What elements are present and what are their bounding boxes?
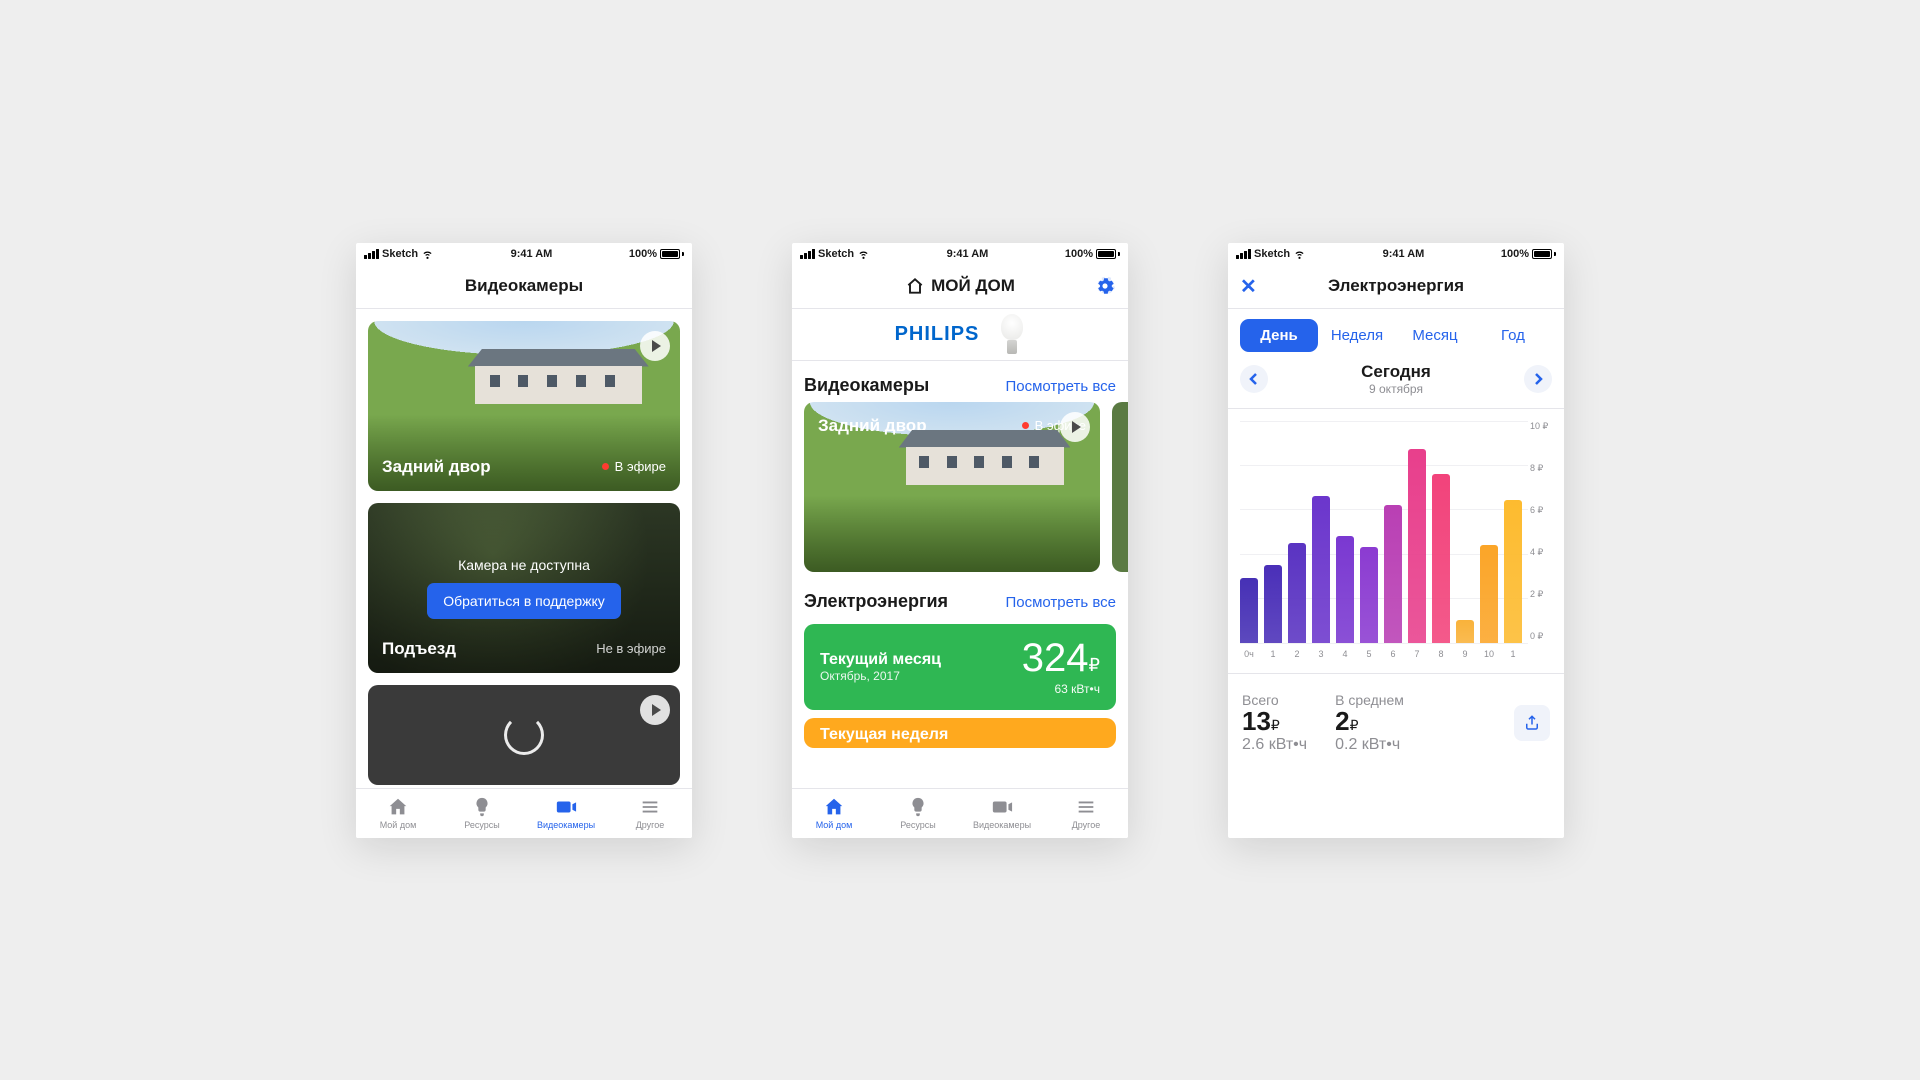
- status-bar: Sketch 9:41 AM 100%: [356, 243, 692, 265]
- total-block: Всего 13₽ 2.6 кВт•ч: [1242, 692, 1307, 754]
- play-icon[interactable]: [640, 695, 670, 725]
- unavailable-label: Камера не доступна: [458, 557, 590, 573]
- date-label: Сегодня 9 октября: [1361, 362, 1431, 396]
- tab-bar: Мой дом Ресурсы Видеокамеры Другое: [356, 788, 692, 838]
- chart-bar: [1456, 620, 1474, 642]
- clock-label: 9:41 AM: [511, 248, 553, 260]
- play-icon[interactable]: [1060, 412, 1090, 442]
- seg-year[interactable]: Год: [1474, 319, 1552, 352]
- signal-icon: [364, 249, 379, 259]
- carrier-label: Sketch: [382, 248, 418, 260]
- chart-bar: [1288, 543, 1306, 643]
- tab-other[interactable]: Другое: [1044, 789, 1128, 838]
- tab-resources[interactable]: Ресурсы: [876, 789, 960, 838]
- chart-bar: [1312, 496, 1330, 643]
- chart-bar: [1432, 474, 1450, 643]
- next-day-button[interactable]: [1524, 365, 1552, 393]
- segmented-control: День Неделя Месяц Год: [1228, 309, 1564, 362]
- nav-bar: ✕ Электроэнергия: [1228, 265, 1564, 309]
- support-button[interactable]: Обратиться в поддержку: [427, 583, 621, 619]
- close-icon[interactable]: ✕: [1240, 274, 1257, 299]
- chart-bar: [1336, 536, 1354, 643]
- promo-banner[interactable]: PHILIPS: [792, 309, 1128, 361]
- tab-home[interactable]: Мой дом: [792, 789, 876, 838]
- status-bar: Sketch 9:41 AM 100%: [1228, 243, 1564, 265]
- home-logo-icon: [905, 276, 925, 296]
- share-button[interactable]: [1514, 705, 1550, 741]
- energy-chart: 10 ₽8 ₽6 ₽4 ₽2 ₽0 ₽ 0ч123456789101: [1228, 408, 1564, 659]
- see-all-energy[interactable]: Посмотреть все: [1005, 594, 1116, 611]
- philips-logo: PHILIPS: [895, 323, 980, 346]
- prev-day-button[interactable]: [1240, 365, 1268, 393]
- tab-home[interactable]: Мой дом: [356, 789, 440, 838]
- tab-bar: Мой дом Ресурсы Видеокамеры Другое: [792, 788, 1128, 838]
- camera-card-loading[interactable]: [368, 685, 680, 785]
- house-illustration: [468, 349, 649, 404]
- tab-cameras[interactable]: Видеокамеры: [960, 789, 1044, 838]
- spinner-icon: [504, 715, 544, 755]
- bulb-icon: [999, 314, 1025, 354]
- wifi-icon: [421, 247, 434, 260]
- camera-card-entrance[interactable]: Камера не доступна Обратиться в поддержк…: [368, 503, 680, 673]
- chart-bar: [1408, 449, 1426, 642]
- nav-bar: Видеокамеры: [356, 265, 692, 309]
- play-icon[interactable]: [640, 331, 670, 361]
- average-block: В среднем 2₽ 0.2 кВт•ч: [1335, 692, 1404, 754]
- chart-bar: [1264, 565, 1282, 643]
- page-title: Электроэнергия: [1328, 276, 1464, 296]
- phone-energy: Sketch 9:41 AM 100% ✕ Электроэнергия Ден…: [1228, 243, 1564, 838]
- chart-bar: [1504, 500, 1522, 642]
- camera-card-backyard[interactable]: Задний двор В эфире: [368, 321, 680, 491]
- section-title-energy: Электроэнергия: [804, 591, 948, 612]
- seg-month[interactable]: Месяц: [1396, 319, 1474, 352]
- gear-icon[interactable]: [1094, 275, 1116, 297]
- energy-card-week[interactable]: Текущая неделя: [804, 718, 1116, 748]
- energy-card-month[interactable]: Текущий месяц Октябрь, 2017 324₽ 63 кВт•…: [804, 624, 1116, 710]
- camera-card-backyard[interactable]: Задний двор В эфире: [804, 402, 1100, 572]
- tab-cameras[interactable]: Видеокамеры: [524, 789, 608, 838]
- offline-badge: Не в эфире: [596, 641, 666, 656]
- phone-cameras: Sketch 9:41 AM 100% Видеокамеры Зад: [356, 243, 692, 838]
- chart-bar: [1384, 505, 1402, 643]
- see-all-cameras[interactable]: Посмотреть все: [1005, 378, 1116, 395]
- page-title: Видеокамеры: [465, 276, 583, 296]
- seg-day[interactable]: День: [1240, 319, 1318, 352]
- chart-bar: [1480, 545, 1498, 643]
- section-title-cameras: Видеокамеры: [804, 375, 929, 396]
- phone-home: Sketch 9:41 AM 100% МОЙ ДОМ PHILIPS Виде…: [792, 243, 1128, 838]
- status-bar: Sketch 9:41 AM 100%: [792, 243, 1128, 265]
- tab-resources[interactable]: Ресурсы: [440, 789, 524, 838]
- seg-week[interactable]: Неделя: [1318, 319, 1396, 352]
- chart-bar: [1360, 547, 1378, 642]
- battery-icon: [660, 249, 684, 259]
- camera-card-peek[interactable]: [1112, 402, 1128, 572]
- live-badge: В эфире: [602, 459, 666, 474]
- tab-other[interactable]: Другое: [608, 789, 692, 838]
- camera-name: Подъезд: [382, 639, 456, 659]
- camera-name: Задний двор: [382, 457, 491, 477]
- chart-bar: [1240, 578, 1258, 642]
- nav-bar: МОЙ ДОМ: [792, 265, 1128, 309]
- battery-label: 100%: [629, 248, 657, 260]
- page-title: МОЙ ДОМ: [905, 276, 1015, 296]
